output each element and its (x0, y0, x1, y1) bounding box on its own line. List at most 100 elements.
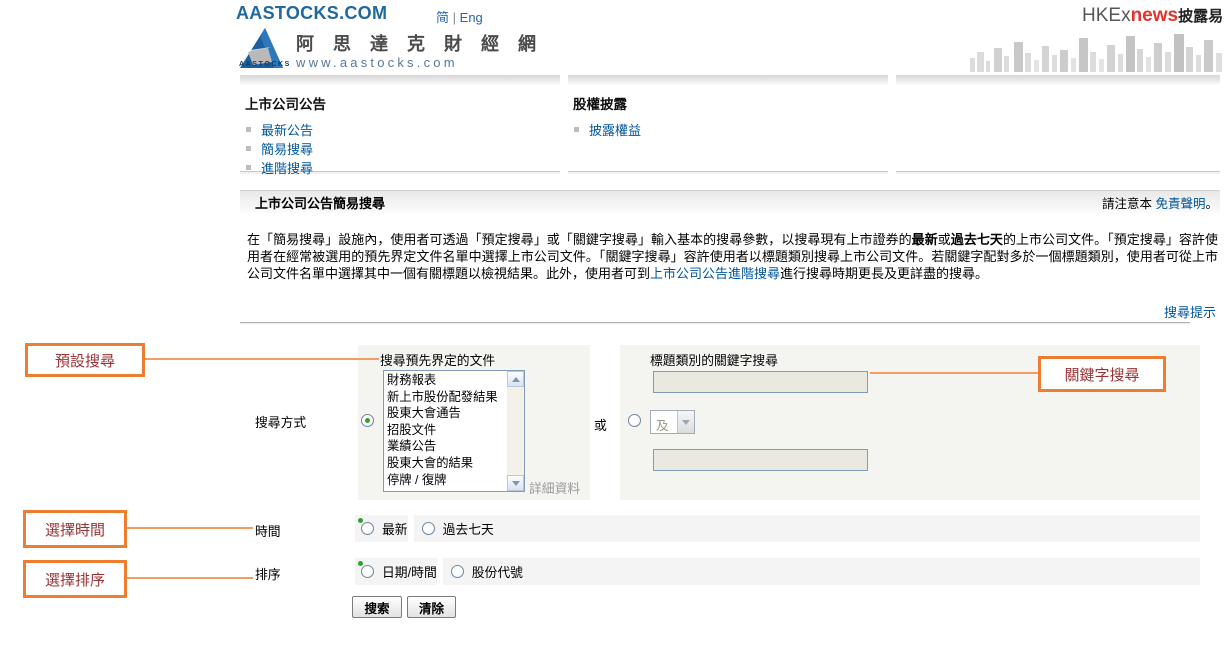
inline-link[interactable]: 上市公司公告進階搜尋 (650, 266, 780, 281)
document-type-option[interactable]: 股東大會通告 (384, 405, 507, 422)
chevron-down-icon (682, 420, 690, 425)
sort-options-row: 日期/時間 股份代號 (355, 558, 1200, 585)
callout-keyword-search: 關鍵字搜尋 (1038, 356, 1166, 392)
callout-predefined-search: 預設搜尋 (25, 343, 145, 377)
keyword-search-radio[interactable] (628, 414, 641, 427)
nav-heading-announcements: 上市公司公告 (245, 93, 560, 113)
or-label: 或 (594, 415, 607, 434)
callout-line (127, 527, 253, 529)
lang-simplified-link[interactable]: 简 (436, 10, 449, 25)
listbox-scrollbar[interactable] (507, 371, 524, 491)
page-title: 上市公司公告簡易搜尋 (255, 193, 385, 212)
document-type-listbox[interactable]: 財務報表 新上市股份配發結果 股東大會通告 招股文件 業績公告 股東大會的結果 … (383, 370, 525, 492)
predefined-search-radio[interactable] (361, 414, 374, 427)
arrow-up-icon (512, 377, 520, 382)
document-type-option[interactable]: 招股文件 (384, 422, 507, 439)
site-chinese-name: 阿 思 達 克 財 經 網 (296, 30, 543, 56)
nav-link[interactable]: 簡易搜尋 (261, 139, 313, 158)
nav-strip (568, 75, 888, 85)
sort-label: 排序 (255, 564, 281, 583)
bullet-square-icon (246, 165, 251, 170)
scroll-down-button[interactable] (507, 475, 524, 491)
document-type-option[interactable]: 停牌 / 復牌 (384, 472, 507, 489)
keyword-search-label: 標題類別的關鍵字搜尋 (650, 350, 778, 369)
nav-item[interactable]: 簡易搜尋 (240, 139, 560, 158)
nav-heading-disclosure: 股權披露 (573, 93, 888, 113)
nav-item[interactable]: 最新公告 (240, 120, 560, 139)
sort-option-radio[interactable] (361, 565, 374, 578)
hkex-chinese-text: 披露易 (1178, 8, 1223, 25)
skyline-graphic (968, 28, 1224, 72)
callout-select-sort: 選擇排序 (23, 560, 127, 598)
predefined-docs-label: 搜尋預先界定的文件 (380, 350, 495, 369)
nav-column-empty (896, 75, 1220, 172)
nav-link[interactable]: 進階搜尋 (261, 158, 313, 177)
time-options-row: 最新 過去七天 (355, 515, 1200, 542)
document-type-option[interactable]: 財務報表 (384, 372, 507, 389)
search-tips-link[interactable]: 搜尋提示 (1164, 305, 1216, 320)
document-type-options: 財務報表 新上市股份配發結果 股東大會通告 招股文件 業績公告 股東大會的結果 … (384, 371, 507, 491)
disclaimer-notice: 請注意本 免責聲明。 (1102, 193, 1218, 212)
nav-column-disclosure: 股權披露 披露權益 (568, 75, 888, 172)
nav-strip (896, 75, 1220, 85)
text-segment: 或 (938, 232, 951, 247)
time-option-label: 最新 (382, 519, 408, 538)
search-tips-row: 搜尋提示 (240, 302, 1216, 321)
sort-option[interactable]: 股份代號 (443, 558, 1200, 585)
site-url: www.aastocks.com (296, 55, 458, 70)
clear-button[interactable]: 清除 (407, 596, 456, 618)
callout-select-time: 選擇時間 (23, 510, 127, 548)
sort-option-label: 日期/時間 (382, 562, 437, 581)
search-method-label: 搜尋方式 (255, 412, 306, 431)
time-option-radio[interactable] (361, 522, 374, 535)
keyword-input-1[interactable] (653, 371, 868, 393)
text-segment: 在「簡易搜尋」設施內，使用者可透過「預定搜尋」或「關鍵字搜尋」輸入基本的搜尋參數… (247, 232, 912, 247)
site-name: AASTOCKS.COM (236, 3, 387, 24)
nav-item[interactable]: 進階搜尋 (240, 158, 560, 177)
document-type-option[interactable]: 業績公告 (384, 438, 507, 455)
hkexnews-logo: HKExnews披露易 (1082, 5, 1223, 27)
document-type-option[interactable]: 股東大會的結果 (384, 455, 507, 472)
nav-list-announcements: 最新公告 簡易搜尋 進階搜尋 (240, 120, 560, 177)
nav-link[interactable]: 披露權益 (589, 120, 641, 139)
hkex-text: HKEx (1082, 5, 1131, 26)
disclaimer-link[interactable]: 免責聲明 (1155, 197, 1205, 211)
section-divider (240, 322, 1190, 323)
lang-english-link[interactable]: Eng (460, 10, 483, 25)
search-button[interactable]: 搜索 (352, 596, 402, 618)
nav-column-announcements: 上市公司公告 最新公告 簡易搜尋 進階搜尋 (240, 75, 560, 172)
hkex-news-text: news (1131, 5, 1179, 26)
logo-wordmark: AASTOCKS (239, 61, 291, 68)
and-operator-select[interactable]: 及 (650, 410, 695, 434)
callout-line (145, 358, 379, 360)
lang-separator: | (453, 10, 456, 25)
bullet-square-icon (246, 146, 251, 151)
text-segment: 過去七天 (951, 232, 1003, 247)
text-segment: 進行搜尋時期更長及更詳盡的搜尋。 (780, 266, 988, 281)
callout-line (870, 372, 1038, 374)
bullet-square-icon (246, 127, 251, 132)
nav-link[interactable]: 最新公告 (261, 120, 313, 139)
time-option[interactable]: 過去七天 (414, 515, 1200, 542)
sort-option-radio[interactable] (451, 565, 464, 578)
time-option-radio[interactable] (422, 522, 435, 535)
notice-suffix: 。 (1205, 197, 1218, 211)
scroll-up-button[interactable] (507, 371, 524, 387)
aastocks-simple-search-page: AASTOCKS.COM 简 | Eng AASTOCKS 阿 思 達 克 財 … (0, 0, 1231, 655)
keyword-input-2[interactable] (653, 449, 868, 471)
time-option-label: 過去七天 (443, 519, 494, 538)
nav-list-disclosure: 披露權益 (568, 120, 888, 139)
document-type-option[interactable]: 新上市股份配發結果 (384, 389, 507, 406)
nav-item[interactable]: 披露權益 (568, 120, 888, 139)
sort-option-label: 股份代號 (472, 562, 523, 581)
select-dropdown-button[interactable] (677, 411, 694, 433)
nav-strip (240, 75, 560, 85)
callout-line (127, 577, 253, 579)
bullet-square-icon (574, 127, 579, 132)
text-segment: 最新 (912, 232, 938, 247)
details-link[interactable]: 詳細資料 (529, 478, 580, 497)
and-operator-value: 及 (651, 411, 677, 433)
time-label: 時間 (255, 521, 281, 540)
sort-option[interactable]: 日期/時間 (355, 558, 437, 585)
section-title-bar: 上市公司公告簡易搜尋 請注意本 免責聲明。 (240, 190, 1220, 213)
